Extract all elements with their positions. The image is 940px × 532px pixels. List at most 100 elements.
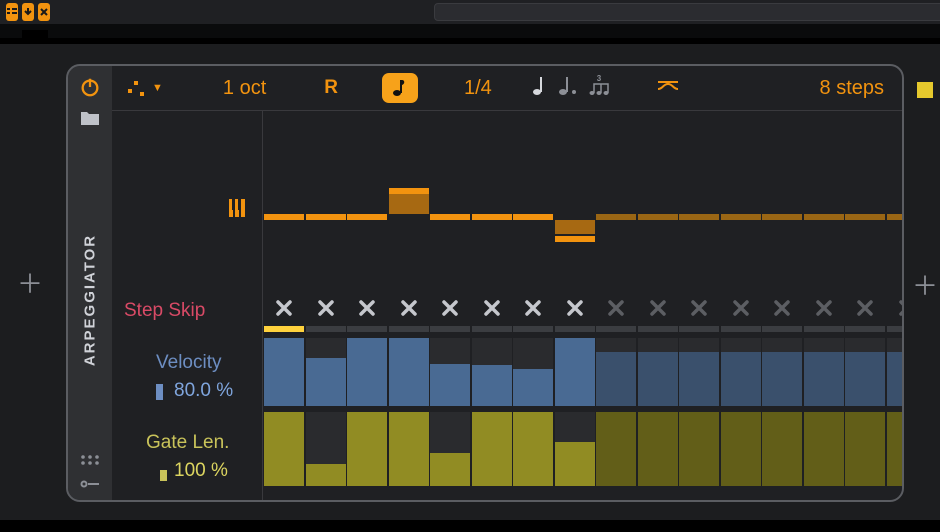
octaves-field[interactable]: 1 oct (223, 77, 266, 100)
step-skip-toggle[interactable] (555, 292, 595, 324)
velocity-step[interactable] (389, 338, 429, 406)
velocity-step[interactable] (804, 338, 844, 406)
step-indicator (762, 326, 802, 332)
velocity-value[interactable]: 80.0 % (174, 380, 233, 402)
step-skip-toggle[interactable] (513, 292, 553, 324)
rate-field[interactable]: 1/4 (464, 77, 492, 100)
step-skip-toggle[interactable] (721, 292, 761, 324)
pitch-step[interactable] (887, 214, 905, 220)
pitch-step[interactable] (513, 214, 553, 220)
device-rail: ARPEGGIATOR (68, 66, 112, 500)
step-skip-toggle[interactable] (306, 292, 346, 324)
step-indicator (555, 326, 595, 332)
step-skip-toggle[interactable] (472, 292, 512, 324)
velocity-step[interactable] (306, 338, 346, 406)
toolbar-btn-3[interactable] (38, 3, 50, 21)
step-skip-toggle[interactable] (347, 292, 387, 324)
pitch-step[interactable] (347, 214, 387, 220)
device-header: ▼ 1 oct R 1/4 3 (112, 66, 902, 110)
pitch-step[interactable] (804, 214, 844, 220)
gate-step[interactable] (306, 412, 346, 486)
gate-step[interactable] (513, 412, 553, 486)
svg-text:3: 3 (597, 75, 602, 83)
gate-value[interactable]: 100 % (174, 460, 228, 482)
retrigger-button[interactable]: R (324, 77, 338, 99)
velocity-step[interactable] (887, 338, 905, 406)
pitch-step[interactable] (430, 214, 470, 220)
rate-mode-button[interactable] (382, 73, 418, 103)
timing-straight-button[interactable] (532, 75, 548, 102)
step-skip-toggle[interactable] (430, 292, 470, 324)
velocity-step[interactable] (347, 338, 387, 406)
search-input[interactable] (434, 3, 940, 21)
gate-step[interactable] (679, 412, 719, 486)
power-button[interactable] (79, 76, 101, 98)
pitch-step[interactable] (472, 214, 512, 220)
velocity-step[interactable] (721, 338, 761, 406)
pitch-step[interactable] (845, 214, 885, 220)
gate-step[interactable] (596, 412, 636, 486)
velocity-step[interactable] (472, 338, 512, 406)
pitch-step[interactable] (638, 214, 678, 220)
gate-step[interactable] (430, 412, 470, 486)
gate-step[interactable] (638, 412, 678, 486)
pitch-step[interactable] (596, 214, 636, 220)
gate-step[interactable] (887, 412, 905, 486)
steps-field[interactable]: 8 steps (820, 77, 884, 100)
gate-step[interactable] (721, 412, 761, 486)
gate-step[interactable] (472, 412, 512, 486)
toolbar-btn-1[interactable] (6, 3, 18, 21)
pitch-step[interactable] (679, 214, 719, 220)
step-skip-toggle[interactable] (887, 292, 905, 324)
gate-step[interactable] (555, 412, 595, 486)
velocity-step[interactable] (679, 338, 719, 406)
velocity-step[interactable] (430, 338, 470, 406)
gate-step[interactable] (845, 412, 885, 486)
step-skip-toggle[interactable] (638, 292, 678, 324)
gate-step[interactable] (804, 412, 844, 486)
toolbar-btn-2[interactable] (22, 3, 34, 21)
step-indicator (887, 326, 905, 332)
velocity-step[interactable] (555, 338, 595, 406)
step-skip-toggle[interactable] (264, 292, 304, 324)
velocity-step[interactable] (762, 338, 802, 406)
step-skip-toggle[interactable] (389, 292, 429, 324)
pitch-step[interactable] (306, 214, 346, 220)
pitch-step[interactable] (762, 214, 802, 220)
arpeggiator-device: ARPEGGIATOR ▼ 1 oct R (66, 64, 904, 502)
pitch-step-bar[interactable] (389, 192, 429, 214)
expand-button[interactable] (80, 478, 100, 490)
gate-step[interactable] (762, 412, 802, 486)
step-skip-toggle[interactable] (804, 292, 844, 324)
preset-folder-button[interactable] (80, 110, 100, 126)
pitch-step[interactable] (389, 188, 429, 194)
pitch-step[interactable] (555, 236, 595, 242)
timing-triplet-button[interactable]: 3 (588, 75, 610, 102)
pitch-step[interactable] (264, 214, 304, 220)
insert-after-slot[interactable]: ＋ (910, 44, 940, 520)
step-indicator (513, 326, 553, 332)
steps-grid[interactable] (262, 110, 888, 500)
step-skip-toggle[interactable] (845, 292, 885, 324)
gate-step[interactable] (347, 412, 387, 486)
shuffle-button[interactable] (656, 77, 680, 100)
insert-before-slot[interactable]: ＋ (0, 44, 60, 520)
step-indicator (679, 326, 719, 332)
step-skip-toggle[interactable] (596, 292, 636, 324)
gate-step[interactable] (264, 412, 304, 486)
velocity-step[interactable] (264, 338, 304, 406)
velocity-step[interactable] (513, 338, 553, 406)
gate-step[interactable] (389, 412, 429, 486)
step-skip-toggle[interactable] (762, 292, 802, 324)
velocity-step[interactable] (845, 338, 885, 406)
velocity-step[interactable] (638, 338, 678, 406)
pitch-step[interactable] (721, 214, 761, 220)
step-indicator (845, 326, 885, 332)
pattern-mode-button[interactable]: ▼ (126, 78, 163, 98)
pitch-step-bar[interactable] (555, 220, 595, 234)
remote-controls-button[interactable] (80, 454, 100, 466)
timing-dotted-button[interactable] (558, 75, 578, 102)
step-skip-toggle[interactable] (679, 292, 719, 324)
add-icon: ＋ (912, 266, 938, 303)
velocity-step[interactable] (596, 338, 636, 406)
